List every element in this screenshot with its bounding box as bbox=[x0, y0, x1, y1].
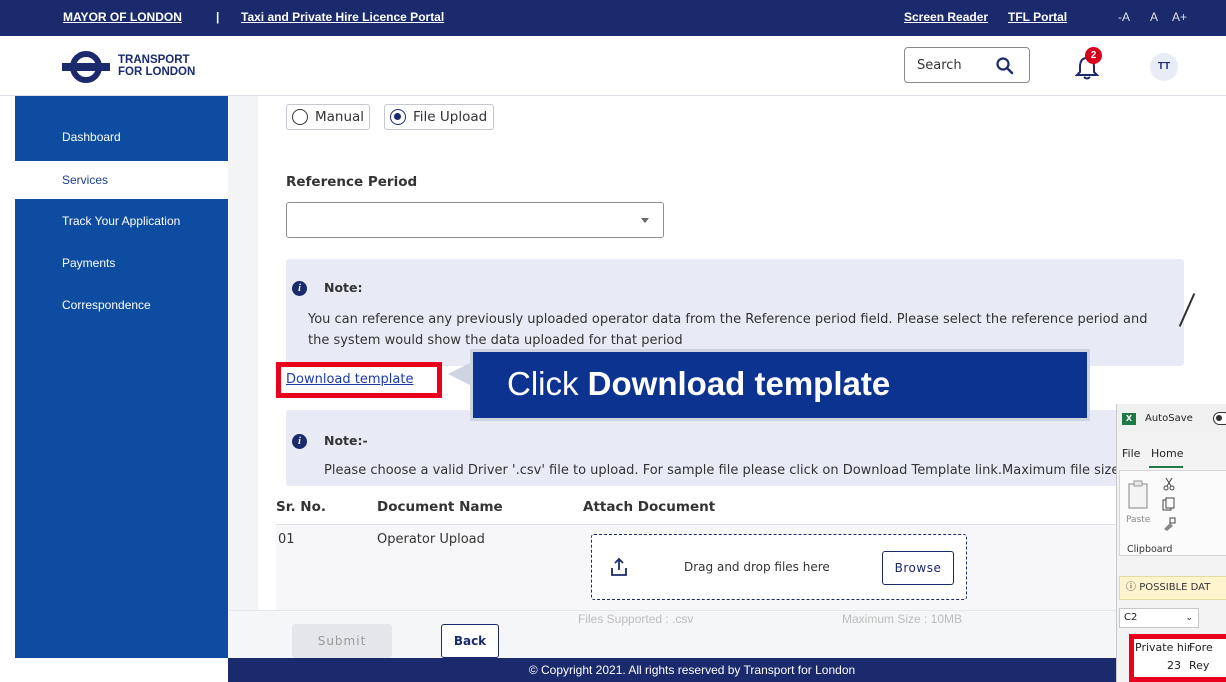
excel-autosave-label: AutoSave bbox=[1145, 413, 1193, 424]
row-sr-no: 01 bbox=[278, 532, 295, 547]
column-header-attach-document: Attach Document bbox=[583, 499, 716, 515]
excel-header-highlight bbox=[1129, 634, 1226, 682]
sidebar-item-correspondence[interactable]: Correspondence bbox=[15, 286, 228, 324]
notification-badge: 2 bbox=[1085, 47, 1102, 64]
excel-logo-icon: X bbox=[1122, 413, 1136, 425]
upload-note: i Note:- Please choose a valid Driver '.… bbox=[286, 410, 1184, 486]
reference-period-select[interactable] bbox=[286, 202, 664, 238]
tfl-portal-link[interactable]: TFL Portal bbox=[1008, 10, 1067, 24]
topbar-separator: | bbox=[216, 10, 220, 24]
radio-manual-circle bbox=[292, 109, 308, 125]
reference-period-label: Reference Period bbox=[286, 174, 418, 190]
chevron-down-icon bbox=[641, 218, 649, 223]
max-size-text: Maximum Size : 10MB bbox=[842, 612, 963, 626]
search-box[interactable] bbox=[904, 47, 1030, 83]
radio-file-upload-label: File Upload bbox=[413, 109, 488, 125]
file-dropzone[interactable]: Drag and drop files here Browse bbox=[591, 534, 967, 600]
sidebar-item-dashboard[interactable]: Dashboard bbox=[15, 118, 228, 156]
excel-window-inset: X AutoSave File Home Paste Clipboard ⓘ P… bbox=[1116, 404, 1226, 682]
radio-file-upload[interactable]: File Upload bbox=[384, 104, 494, 130]
header: TRANSPORT FOR LONDON 2 TT bbox=[0, 36, 1226, 96]
logo-line-1: TRANSPORT bbox=[118, 54, 190, 66]
mayor-of-london-link[interactable]: MAYOR OF LONDON bbox=[63, 10, 182, 24]
screen-reader-link[interactable]: Screen Reader bbox=[904, 10, 988, 24]
dropzone-text: Drag and drop files here bbox=[684, 560, 830, 574]
submit-button[interactable]: Submit bbox=[292, 624, 392, 658]
download-template-highlight bbox=[276, 362, 442, 398]
portal-title-link[interactable]: Taxi and Private Hire Licence Portal bbox=[241, 10, 444, 24]
info-icon: i bbox=[292, 434, 307, 449]
excel-menu-file[interactable]: File bbox=[1122, 447, 1140, 460]
format-painter-icon[interactable] bbox=[1162, 517, 1176, 531]
search-input[interactable] bbox=[917, 56, 987, 74]
chevron-down-icon: ⌄ bbox=[1185, 613, 1193, 623]
search-icon[interactable] bbox=[995, 56, 1015, 76]
callout-bold: Download template bbox=[587, 365, 891, 402]
name-box-value: C2 bbox=[1124, 612, 1138, 623]
callout-prefix: Click bbox=[507, 365, 588, 402]
sidebar-item-payments[interactable]: Payments bbox=[15, 244, 228, 282]
row-document-name: Operator Upload bbox=[377, 532, 485, 547]
sidebar-item-track-application[interactable]: Track Your Application bbox=[15, 202, 228, 240]
files-supported-text: Files Supported : .csv bbox=[578, 612, 694, 626]
upload-icon bbox=[611, 557, 627, 576]
font-size-normal-button[interactable]: A bbox=[1150, 10, 1158, 24]
excel-name-box[interactable]: C2 ⌄ bbox=[1119, 608, 1199, 628]
upload-note-text: Please choose a valid Driver '.csv' file… bbox=[324, 463, 1128, 478]
clipboard-group-label: Clipboard bbox=[1127, 544, 1173, 555]
tfl-logo[interactable]: TRANSPORT FOR LONDON bbox=[62, 50, 212, 84]
logo-line-2: FOR LONDON bbox=[118, 66, 196, 78]
radio-manual-label: Manual bbox=[315, 109, 365, 125]
column-header-sr-no: Sr. No. bbox=[276, 499, 326, 515]
excel-menu-home[interactable]: Home bbox=[1151, 447, 1183, 460]
font-size-large-button[interactable]: A+ bbox=[1172, 10, 1187, 24]
note-title: Note: bbox=[324, 280, 363, 295]
paste-icon[interactable] bbox=[1126, 479, 1152, 513]
note-text-line-2: the system would show the data uploaded … bbox=[308, 333, 683, 348]
radio-file-upload-circle bbox=[390, 109, 406, 125]
autosave-toggle[interactable] bbox=[1213, 412, 1226, 425]
upload-note-title: Note:- bbox=[324, 433, 368, 448]
possible-data-warning: ⓘ POSSIBLE DAT bbox=[1119, 576, 1226, 600]
sidebar-item-services[interactable]: Services bbox=[15, 161, 228, 199]
callout-pointer bbox=[448, 362, 472, 386]
cut-icon[interactable] bbox=[1162, 477, 1176, 491]
info-icon: i bbox=[292, 281, 307, 296]
warning-info-icon: ⓘ bbox=[1126, 582, 1136, 593]
copy-icon[interactable] bbox=[1162, 497, 1176, 511]
instruction-callout: Click Download template bbox=[470, 349, 1090, 421]
warning-text: POSSIBLE DAT bbox=[1139, 582, 1211, 593]
column-header-document-name: Document Name bbox=[377, 499, 503, 515]
tfl-roundel-icon bbox=[62, 51, 110, 83]
copyright-bar: © Copyright 2021. All rights reserved by… bbox=[228, 658, 1226, 682]
radio-manual[interactable]: Manual bbox=[286, 104, 370, 130]
font-size-small-button[interactable]: -A bbox=[1118, 10, 1130, 24]
excel-title-bar: X AutoSave bbox=[1117, 404, 1226, 432]
top-bar: MAYOR OF LONDON | Taxi and Private Hire … bbox=[0, 0, 1226, 36]
note-text-line-1: You can reference any previously uploade… bbox=[308, 312, 1148, 327]
back-button[interactable]: Back bbox=[441, 624, 499, 658]
user-avatar[interactable]: TT bbox=[1150, 53, 1178, 81]
excel-home-underline bbox=[1149, 466, 1183, 468]
paste-label: Paste bbox=[1126, 515, 1151, 525]
browse-button[interactable]: Browse bbox=[882, 551, 954, 585]
sidebar: Dashboard Services Track Your Applicatio… bbox=[15, 96, 228, 658]
